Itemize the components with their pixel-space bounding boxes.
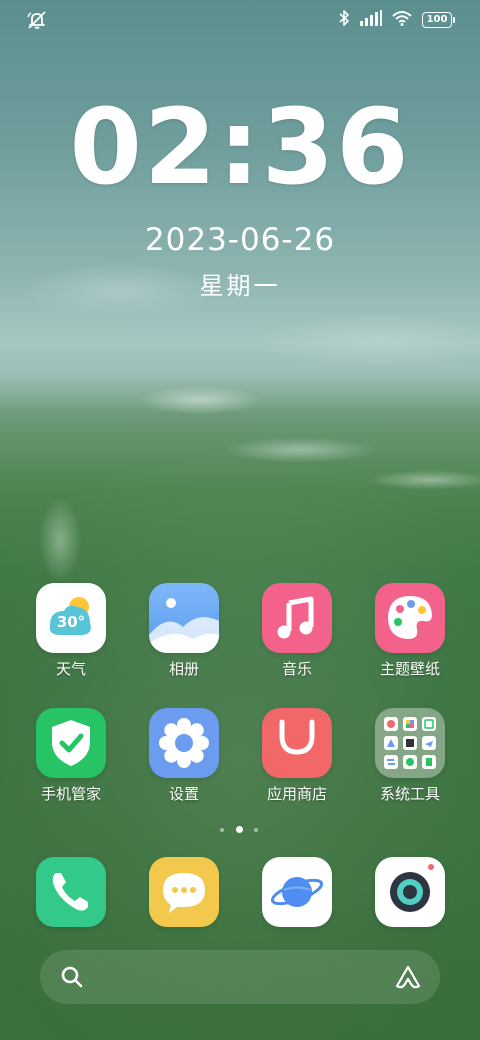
app-theme[interactable]: 主题壁纸 bbox=[355, 583, 465, 679]
page-dot bbox=[254, 828, 258, 832]
phone-icon bbox=[36, 857, 106, 927]
camera-icon bbox=[375, 857, 445, 927]
clock-weekday: 星期一 bbox=[199, 272, 281, 300]
dock-camera[interactable] bbox=[355, 857, 465, 927]
lock-clock-time[interactable]: 02:36 bbox=[0, 92, 480, 202]
app-label: 音乐 bbox=[281, 660, 312, 678]
messages-icon bbox=[149, 857, 219, 927]
clock-date: 2023-06-26 bbox=[144, 222, 336, 258]
music-icon bbox=[262, 583, 332, 653]
page-indicator[interactable] bbox=[0, 826, 480, 836]
page-dot bbox=[220, 828, 224, 832]
status-bar: 100 bbox=[0, 0, 480, 40]
app-security[interactable]: 手机管家 bbox=[16, 708, 126, 804]
assistant-icon[interactable] bbox=[394, 964, 422, 994]
security-shield-icon bbox=[36, 708, 106, 778]
signal-icon bbox=[360, 10, 382, 30]
weather-icon: 30° bbox=[36, 583, 106, 653]
app-label: 主题壁纸 bbox=[379, 660, 440, 678]
battery-icon: 100 bbox=[422, 12, 455, 28]
system-tools-folder-icon bbox=[375, 708, 445, 778]
notification-muted-icon bbox=[26, 10, 48, 30]
app-label: 设置 bbox=[168, 785, 199, 803]
app-label: 手机管家 bbox=[40, 785, 101, 803]
theme-palette-icon bbox=[375, 583, 445, 653]
app-label: 天气 bbox=[55, 660, 86, 678]
app-store-bag-icon bbox=[262, 708, 332, 778]
app-settings[interactable]: 设置 bbox=[129, 708, 239, 804]
gallery-icon bbox=[149, 583, 219, 653]
settings-gear-icon bbox=[149, 708, 219, 778]
browser-planet-icon bbox=[262, 857, 332, 927]
app-weather[interactable]: 30° 天气 bbox=[16, 583, 126, 679]
dock-phone[interactable] bbox=[16, 857, 126, 927]
app-label: 相册 bbox=[168, 660, 199, 678]
dock-messages[interactable] bbox=[129, 857, 239, 927]
app-label: 应用商店 bbox=[266, 785, 327, 803]
wifi-icon bbox=[392, 10, 412, 30]
app-store[interactable]: 应用商店 bbox=[242, 708, 352, 804]
app-system-tools-folder[interactable]: 系统工具 bbox=[355, 708, 465, 804]
app-gallery[interactable]: 相册 bbox=[129, 583, 239, 679]
bluetooth-icon bbox=[338, 9, 350, 31]
weather-temperature: 30° bbox=[56, 613, 86, 631]
app-label: 系统工具 bbox=[379, 785, 440, 803]
search-icon[interactable] bbox=[60, 965, 84, 993]
app-music[interactable]: 音乐 bbox=[242, 583, 352, 679]
search-bar[interactable] bbox=[40, 950, 440, 1004]
page-dot-current bbox=[236, 826, 243, 833]
dock-browser[interactable] bbox=[242, 857, 352, 927]
